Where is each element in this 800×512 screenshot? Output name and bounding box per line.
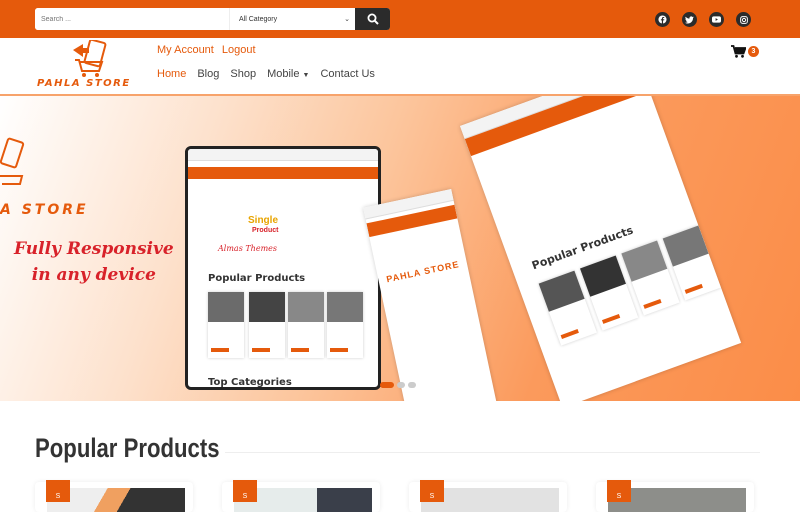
- phone-logo: PAHLA STORE: [385, 259, 461, 285]
- twitter-icon[interactable]: [682, 12, 697, 27]
- hero-headline: Fully Responsive in any device: [14, 236, 174, 288]
- slider-dots: [380, 382, 416, 388]
- nav-blog[interactable]: Blog: [197, 68, 219, 80]
- mockup-categories-title: Top Categories: [208, 377, 292, 388]
- nav-shop[interactable]: Shop: [230, 68, 256, 80]
- slider-dot-3[interactable]: [408, 382, 416, 388]
- product-card[interactable]: S: [409, 480, 567, 512]
- instagram-icon[interactable]: [736, 12, 751, 27]
- cart-icon: [731, 45, 746, 58]
- caret-down-icon: ▼: [302, 72, 310, 79]
- youtube-icon[interactable]: [709, 12, 724, 27]
- tablet-mockup: Single Product Almas Themes Popular Prod…: [185, 146, 381, 390]
- phone-mockup: PAHLA STORE: [363, 189, 497, 401]
- mockup-topbar: [188, 167, 378, 179]
- search-input[interactable]: [35, 8, 230, 30]
- cart-count-badge: 3: [748, 46, 759, 57]
- site-header: PAHLA STORE My Account Logout Home Blog …: [0, 38, 800, 96]
- top-bar: All Category ⌄: [0, 0, 800, 38]
- hero-headline-line2: in any device: [31, 265, 156, 285]
- mockup-product-card: [249, 292, 285, 358]
- hero-brand-text: A STORE: [0, 202, 89, 218]
- site-logo[interactable]: PAHLA STORE: [35, 38, 145, 92]
- main-nav: Home Blog Shop Mobile ▼ Contact Us: [157, 68, 375, 80]
- account-links: My Account Logout: [157, 44, 256, 56]
- product-card[interactable]: S: [596, 480, 754, 512]
- product-card[interactable]: S: [35, 480, 193, 512]
- sale-tag: S: [46, 480, 70, 502]
- nav-contact[interactable]: Contact Us: [320, 68, 374, 80]
- nav-mobile[interactable]: Mobile ▼: [267, 68, 309, 80]
- category-select[interactable]: All Category ⌄: [230, 8, 355, 30]
- social-links: [655, 12, 751, 27]
- category-select-value: All Category: [239, 15, 278, 23]
- my-account-link[interactable]: My Account: [157, 44, 214, 56]
- slider-dot-2[interactable]: [397, 382, 405, 388]
- sale-tag: S: [233, 480, 257, 502]
- section-divider: [225, 452, 760, 453]
- cart-button[interactable]: 3: [731, 45, 759, 58]
- chevron-down-icon: ⌄: [344, 16, 350, 23]
- search-button[interactable]: [355, 8, 390, 30]
- product-card[interactable]: S: [222, 480, 380, 512]
- search-icon: [367, 13, 379, 25]
- shopping-cart-phone-icon: [73, 38, 107, 77]
- mockup-product-card: [288, 292, 324, 358]
- mockup-almas: Almas Themes: [218, 244, 277, 253]
- search-bar: All Category ⌄: [35, 8, 390, 30]
- logout-link[interactable]: Logout: [222, 44, 256, 56]
- nav-home[interactable]: Home: [157, 68, 186, 80]
- mockup-browser-bar: [188, 149, 378, 161]
- popular-products-title: Popular Products: [35, 433, 220, 463]
- mockup-single: Single: [248, 215, 279, 226]
- hero-slider: A STORE Fully Responsive in any device S…: [0, 96, 800, 401]
- facebook-icon[interactable]: [655, 12, 670, 27]
- nav-mobile-label: Mobile: [267, 68, 300, 80]
- mockup-product-card: [208, 292, 244, 358]
- sale-tag: S: [607, 480, 631, 502]
- sale-tag: S: [420, 480, 444, 502]
- mockup-product-card: [327, 292, 363, 358]
- mockup-product: Product: [252, 227, 279, 234]
- slider-dot-1[interactable]: [380, 382, 394, 388]
- mockup-popular-title: Popular Products: [208, 273, 306, 284]
- logo-text: PAHLA STORE: [37, 78, 131, 89]
- tilted-tablet-mockup: Popular Products: [460, 96, 742, 401]
- hero-logo-art: [0, 137, 25, 185]
- hero-headline-line1: Fully Responsive: [14, 239, 174, 259]
